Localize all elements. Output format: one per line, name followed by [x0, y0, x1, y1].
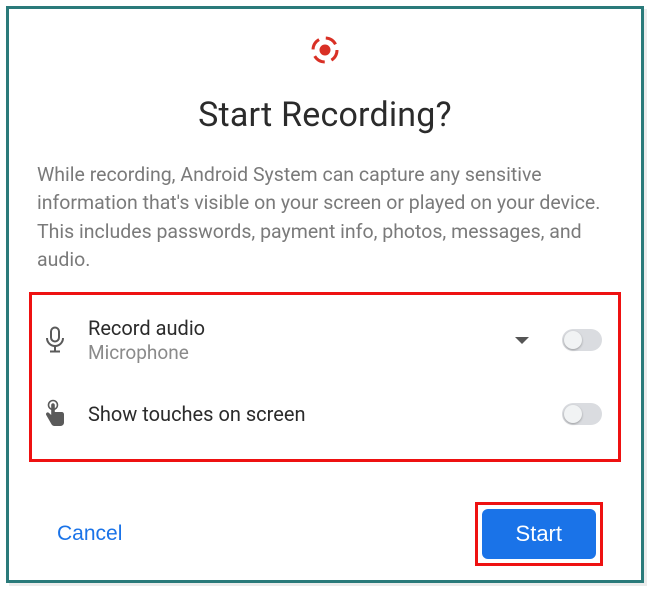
show-touches-row[interactable]: Show touches on screen	[40, 377, 602, 451]
options-highlight-box: Record audio Microphone Show touches on …	[29, 292, 621, 462]
dialog-description: While recording, Android System can capt…	[37, 161, 613, 274]
record-audio-toggle[interactable]	[562, 329, 602, 351]
record-audio-label: Record audio	[88, 315, 496, 341]
show-touches-label: Show touches on screen	[88, 401, 544, 427]
record-icon	[310, 35, 340, 69]
show-touches-toggle[interactable]	[562, 403, 602, 425]
microphone-icon	[40, 326, 70, 354]
dialog-title: Start Recording?	[37, 95, 613, 135]
start-button[interactable]: Start	[482, 509, 596, 559]
dialog-actions: Cancel Start	[37, 502, 613, 566]
chevron-down-icon[interactable]	[514, 331, 530, 350]
cancel-button[interactable]: Cancel	[47, 516, 132, 552]
dialog-frame: Start Recording? While recording, Androi…	[6, 6, 644, 583]
touch-icon	[40, 399, 70, 429]
record-audio-subtitle: Microphone	[88, 341, 496, 366]
start-highlight-box: Start	[475, 502, 603, 566]
record-icon-wrap	[37, 35, 613, 69]
record-audio-row[interactable]: Record audio Microphone	[40, 303, 602, 377]
show-touches-text: Show touches on screen	[88, 401, 544, 427]
record-audio-text: Record audio Microphone	[88, 315, 496, 366]
